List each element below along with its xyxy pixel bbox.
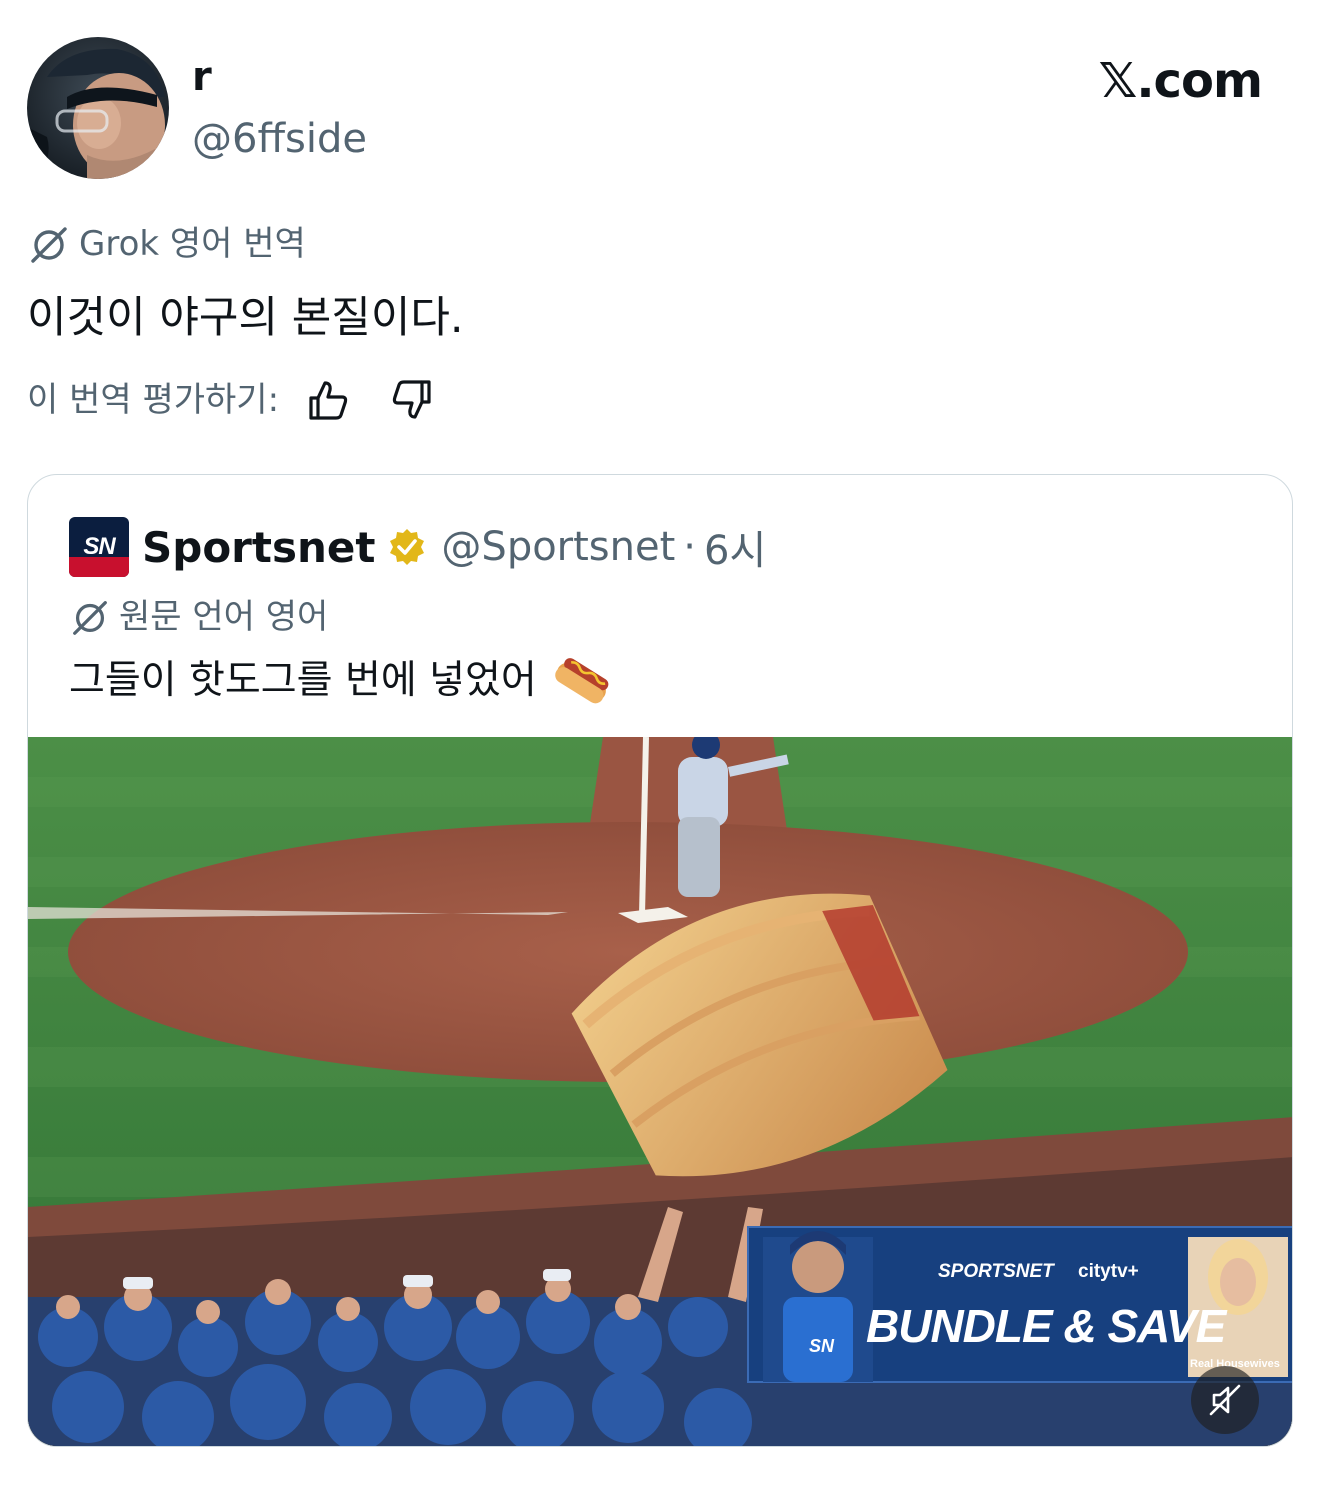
- mute-button[interactable]: [1191, 1366, 1259, 1434]
- translation-label: Grok 영어 번역: [79, 224, 306, 264]
- rate-translation-label: 이 번역 평가하기:: [27, 380, 280, 420]
- quoted-handle[interactable]: @Sportsnet: [441, 524, 675, 570]
- original-language-label: 원문 언어 영어: [119, 597, 329, 637]
- thumbs-up-button[interactable]: [305, 377, 351, 423]
- ad-brand: SPORTSNET: [938, 1261, 1055, 1282]
- avatar[interactable]: [27, 37, 169, 179]
- sportsnet-logo-text: SN: [83, 533, 115, 560]
- video-player[interactable]: SN Real Housewives SPORTSNET citytv+ BUN…: [28, 737, 1292, 1446]
- grok-icon: [31, 227, 67, 263]
- sportsnet-avatar[interactable]: SN: [69, 517, 129, 577]
- author-display-name[interactable]: r: [192, 52, 212, 102]
- sportsnet-ad-banner: SN Real Housewives SPORTSNET citytv+ BUN…: [747, 1226, 1292, 1383]
- translation-attribution: Grok 영어 번역: [27, 220, 306, 268]
- quoted-timestamp[interactable]: 6시: [704, 518, 766, 576]
- author-handle[interactable]: @6ffside: [192, 114, 367, 164]
- thumbs-down-button[interactable]: [389, 377, 435, 423]
- rate-translation-row: 이 번역 평가하기:: [27, 376, 435, 424]
- video-frame: SN Real Housewives SPORTSNET citytv+ BUN…: [28, 737, 1292, 1446]
- avatar-photo: [27, 37, 169, 179]
- ad-partner: citytv+: [1078, 1261, 1139, 1282]
- quoted-display-name[interactable]: Sportsnet: [142, 523, 375, 572]
- quoted-post-card[interactable]: SN Sportsnet @Sportsnet · 6시 원문 언어 영어 그들…: [27, 474, 1293, 1447]
- thumbs-down-icon: [392, 380, 431, 419]
- hotdog-emoji-icon: [553, 656, 611, 706]
- verified-badge-icon: [387, 527, 427, 567]
- quoted-post-header: SN Sportsnet @Sportsnet · 6시: [69, 517, 766, 577]
- quoted-post-text: 그들이 핫도그를 번에 넣었어: [69, 653, 611, 709]
- ad-jersey-logo: SN: [809, 1336, 835, 1356]
- quoted-text: 그들이 핫도그를 번에 넣었어: [69, 658, 537, 703]
- original-language-note: 원문 언어 영어: [69, 593, 328, 641]
- grok-icon: [73, 601, 107, 635]
- ad-headline: BUNDLE & SAVE: [866, 1300, 1228, 1352]
- muted-speaker-icon: [1209, 1384, 1241, 1416]
- brand-logo: 𝕏.com: [1098, 53, 1263, 109]
- tweet-text: 이것이 야구의 본질이다.: [27, 293, 464, 343]
- separator-dot: ·: [683, 524, 697, 570]
- thumbs-up-icon: [309, 381, 348, 420]
